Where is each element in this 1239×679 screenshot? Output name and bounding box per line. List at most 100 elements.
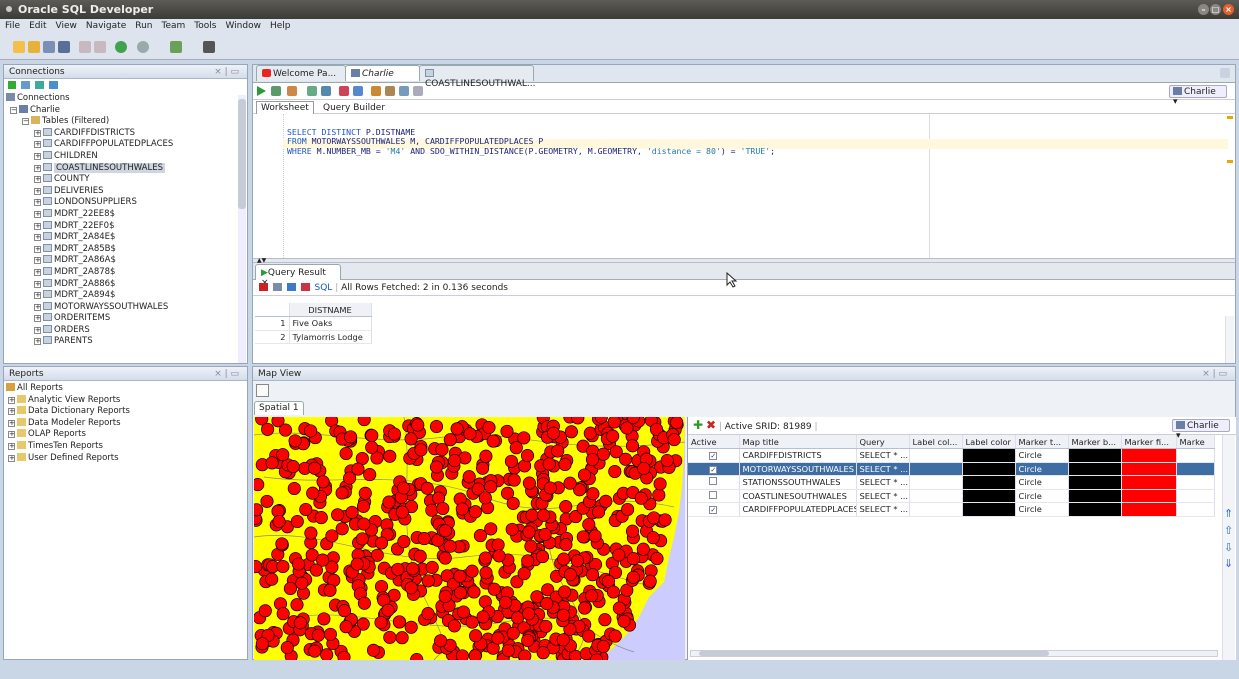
tree-table-item[interactable]: + MDRT_2A86A$	[6, 255, 247, 267]
layer-active-checkbox[interactable]	[709, 490, 718, 499]
layer-marker-border[interactable]	[1068, 489, 1122, 503]
run-script-icon[interactable]	[271, 86, 281, 96]
expand-icon[interactable]: +	[8, 431, 15, 439]
populated-place-marker[interactable]	[643, 574, 657, 588]
populated-place-marker[interactable]	[308, 461, 322, 475]
layer-marker-border[interactable]	[1068, 475, 1122, 490]
populated-place-marker[interactable]	[293, 616, 307, 630]
populated-place-marker[interactable]	[608, 464, 622, 479]
populated-place-marker[interactable]	[317, 612, 331, 626]
populated-place-marker[interactable]	[314, 511, 328, 525]
populated-place-marker[interactable]	[421, 574, 435, 588]
tab-coastline[interactable]: COASTLINESOUTHWAL...	[419, 65, 535, 89]
tree-table-item[interactable]: + COASTLINESOUTHWALES	[6, 162, 247, 175]
populated-place-marker[interactable]	[518, 649, 532, 660]
expand-icon[interactable]: +	[8, 442, 15, 450]
populated-place-marker[interactable]	[382, 495, 396, 509]
layer-label-color[interactable]	[962, 475, 1016, 490]
menu-edit[interactable]: Edit	[24, 19, 50, 31]
populated-place-marker[interactable]	[625, 524, 640, 538]
maximize-icon[interactable]: □	[1210, 4, 1221, 15]
expand-icon[interactable]: +	[34, 141, 41, 149]
populated-place-marker[interactable]	[366, 643, 381, 657]
cancel-icon[interactable]	[300, 283, 310, 291]
populated-place-marker[interactable]	[436, 501, 450, 516]
populated-place-marker[interactable]	[625, 439, 640, 453]
populated-place-marker[interactable]	[397, 481, 411, 495]
panel-minimize-icon[interactable]: × | ▭	[214, 67, 239, 77]
populated-place-marker[interactable]	[522, 476, 536, 490]
populated-place-marker[interactable]	[438, 524, 452, 538]
tab-spatial-1[interactable]: Spatial 1	[254, 401, 304, 415]
populated-place-marker[interactable]	[438, 589, 452, 604]
layer-marker-border[interactable]	[1068, 462, 1122, 476]
populated-place-marker[interactable]	[535, 550, 550, 564]
layer-column-header[interactable]: Label color	[962, 435, 1016, 449]
expand-icon[interactable]: +	[34, 280, 41, 288]
layer-title[interactable]: MOTORWAYSSOUTHWALES	[739, 462, 857, 476]
populated-place-marker[interactable]	[276, 448, 290, 462]
populated-place-marker[interactable]	[543, 481, 557, 495]
tree-root[interactable]: Connections	[6, 93, 247, 105]
populated-place-marker[interactable]	[254, 478, 265, 492]
populated-place-marker[interactable]	[438, 551, 452, 565]
populated-place-marker[interactable]	[339, 620, 353, 634]
add-layer-icon[interactable]: ✚	[693, 418, 703, 432]
populated-place-marker[interactable]	[546, 426, 561, 440]
populated-place-marker[interactable]	[255, 637, 269, 651]
save-all-icon[interactable]	[58, 41, 70, 53]
populated-place-marker[interactable]	[486, 434, 500, 448]
populated-place-marker[interactable]	[345, 505, 359, 519]
populated-place-marker[interactable]	[578, 601, 592, 615]
populated-place-marker[interactable]	[647, 511, 661, 525]
populated-place-marker[interactable]	[323, 627, 337, 641]
populated-place-marker[interactable]	[626, 570, 640, 584]
populated-place-marker[interactable]	[469, 629, 483, 643]
layer-query[interactable]: SELECT * ...	[856, 448, 910, 463]
populated-place-marker[interactable]	[588, 529, 602, 543]
report-data-modeler[interactable]: + Data Modeler Reports	[6, 417, 245, 430]
binoculars-icon[interactable]	[203, 41, 215, 53]
populated-place-marker[interactable]	[337, 604, 352, 618]
layer-marker-extra[interactable]	[1176, 502, 1215, 517]
menu-help[interactable]: Help	[265, 19, 295, 31]
expand-icon[interactable]: +	[34, 164, 41, 172]
close-icon[interactable]: ×	[1223, 4, 1234, 15]
populated-place-marker[interactable]	[337, 650, 351, 660]
populated-place-marker[interactable]	[261, 422, 275, 436]
tree-table-item[interactable]: + MDRT_22EE8$	[6, 208, 247, 221]
populated-place-marker[interactable]	[406, 562, 420, 576]
populated-place-marker[interactable]	[443, 539, 457, 553]
populated-place-marker[interactable]	[570, 554, 584, 568]
add-connection-icon[interactable]	[8, 81, 16, 89]
populated-place-marker[interactable]	[468, 649, 482, 660]
populated-place-marker[interactable]	[435, 443, 449, 457]
populated-place-marker[interactable]	[468, 505, 482, 519]
move-down-icon[interactable]: ⇩	[1224, 541, 1233, 554]
layer-column-header[interactable]: Marke	[1176, 435, 1215, 449]
populated-place-marker[interactable]	[582, 629, 596, 643]
populated-place-marker[interactable]	[537, 508, 551, 522]
populated-place-marker[interactable]	[521, 633, 535, 648]
scroll-thumb[interactable]	[238, 99, 246, 209]
tree-table-item[interactable]: + CHILDREN	[6, 150, 247, 163]
populated-place-marker[interactable]	[320, 648, 334, 660]
layer-column-header[interactable]: Map title	[739, 435, 857, 449]
tree-tables-node[interactable]: − Tables (Filtered)	[6, 116, 247, 128]
save-icon[interactable]	[43, 41, 55, 53]
expand-icon[interactable]: +	[34, 129, 41, 137]
menu-file[interactable]: File	[0, 19, 24, 31]
populated-place-marker[interactable]	[612, 601, 626, 615]
populated-place-marker[interactable]	[276, 559, 290, 574]
sql-editor[interactable]: SELECT DISTINCT P.DISTNAME FROM MOTORWAY…	[253, 114, 1235, 258]
tree-table-item[interactable]: + MDRT_2A878$	[6, 266, 247, 279]
populated-place-marker[interactable]	[316, 475, 330, 489]
expand-icon[interactable]: +	[8, 419, 15, 427]
populated-place-marker[interactable]	[653, 477, 667, 491]
layer-marker-type[interactable]: Circle	[1015, 462, 1069, 476]
populated-place-marker[interactable]	[609, 445, 623, 459]
populated-place-marker[interactable]	[585, 589, 599, 603]
populated-place-marker[interactable]	[358, 486, 372, 500]
populated-place-marker[interactable]	[608, 629, 622, 643]
layer-label-color[interactable]	[962, 448, 1016, 463]
